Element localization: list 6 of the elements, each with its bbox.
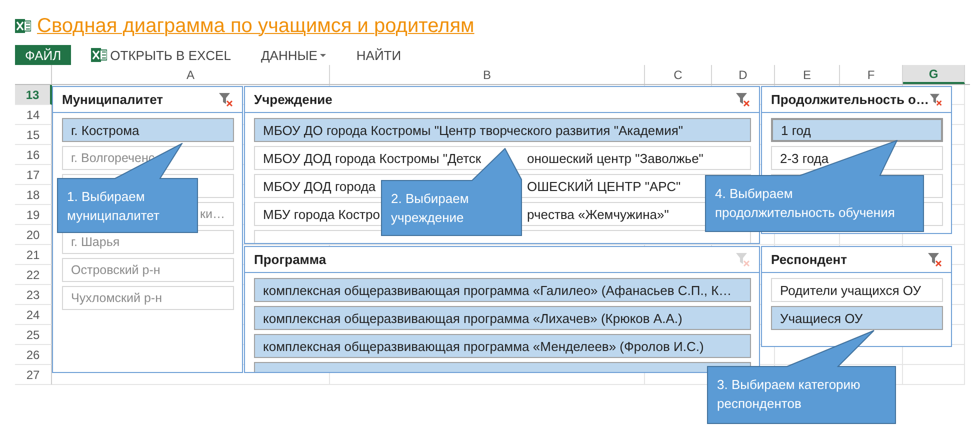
callout-tooltip: 3. Выбираем категорию респондентов: [707, 330, 896, 424]
slicer-title: Продолжительность о…: [771, 92, 929, 107]
slicer-title: Муниципалитет: [62, 92, 164, 107]
slicer-title: Респондент: [771, 252, 847, 267]
slicer-title: Программа: [254, 252, 326, 267]
slicer-title: Учреждение: [254, 92, 332, 107]
